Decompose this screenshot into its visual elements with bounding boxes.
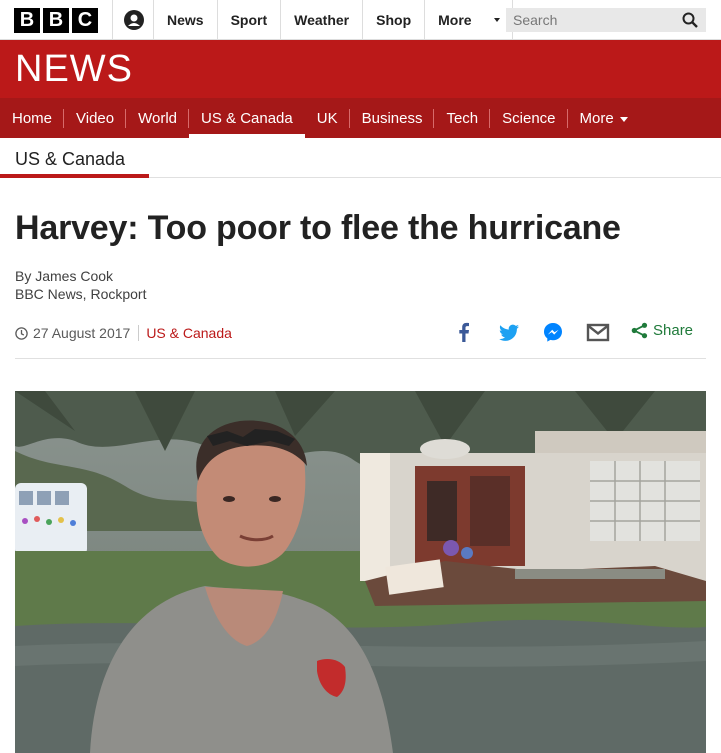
section-nav-video[interactable]: Video (64, 98, 127, 138)
caret-down-icon (619, 116, 628, 122)
global-nav-more-label: More (438, 12, 472, 28)
search-input[interactable] (506, 8, 676, 32)
author-location: BBC News, Rockport (15, 286, 147, 302)
byline: By James Cook BBC News, Rockport (15, 267, 146, 303)
account-button[interactable] (112, 0, 154, 40)
section-nav-label: World (138, 110, 178, 127)
logo-letter: B (43, 8, 69, 33)
email-icon[interactable] (586, 320, 610, 344)
global-nav-shop[interactable]: Shop (363, 0, 426, 40)
logo-letter: C (72, 8, 98, 33)
category-link[interactable]: US & Canada (146, 325, 232, 341)
global-nav: News Sport Weather Shop More (154, 0, 514, 40)
global-nav-news[interactable]: News (154, 0, 218, 40)
hurricane-scene-image (15, 391, 706, 753)
global-header: B B C News Sport Weather Shop More (0, 0, 721, 40)
section-nav-science[interactable]: Science (490, 98, 568, 138)
page-title: Harvey: Too poor to flee the hurricane (15, 209, 621, 247)
global-nav-more[interactable]: More (425, 0, 514, 40)
article-meta: 27 August 2017 US & Canada (15, 323, 232, 343)
share-icon (631, 322, 648, 339)
section-nav-more[interactable]: More (568, 98, 640, 138)
section-nav-business[interactable]: Business (350, 98, 435, 138)
news-logo[interactable]: NEWS (15, 50, 133, 88)
section-nav-tech[interactable]: Tech (434, 98, 491, 138)
section-nav-world[interactable]: World (126, 98, 190, 138)
news-banner: NEWS (0, 40, 721, 98)
section-nav-label: Science (502, 110, 556, 127)
publish-date: 27 August 2017 (33, 325, 131, 341)
search-icon[interactable] (682, 12, 698, 28)
section-nav-label: UK (316, 110, 338, 127)
share-button[interactable]: Share (631, 322, 693, 339)
global-nav-sport[interactable]: Sport (218, 0, 282, 40)
meta-divider (138, 325, 140, 341)
section-nav: Home Video World US & Canada UK Business… (0, 98, 721, 138)
section-nav-label: Tech (446, 110, 479, 127)
section-underline (0, 174, 149, 178)
facebook-icon[interactable] (456, 320, 472, 344)
search-box (506, 8, 706, 32)
bbc-logo[interactable]: B B C (14, 8, 98, 33)
section-nav-label: Business (361, 110, 423, 127)
section-title[interactable]: US & Canada (15, 149, 125, 170)
section-nav-uk[interactable]: UK (305, 98, 350, 138)
section-nav-label: Video (76, 110, 115, 127)
section-nav-label: More (579, 110, 614, 127)
section-nav-us-canada[interactable]: US & Canada (189, 98, 305, 138)
messenger-icon[interactable] (542, 320, 564, 344)
twitter-icon[interactable] (498, 320, 520, 344)
section-nav-label: Home (12, 110, 53, 127)
share-label: Share (653, 322, 694, 339)
chevron-down-icon (494, 18, 501, 22)
author-name: By James Cook (15, 268, 114, 284)
logo-letter: B (14, 8, 40, 33)
global-nav-weather[interactable]: Weather (281, 0, 364, 40)
meta-divider-line (15, 358, 706, 359)
clock-icon (15, 326, 28, 340)
section-nav-label: US & Canada (201, 110, 293, 127)
user-icon (124, 10, 144, 30)
article-photo (15, 391, 706, 753)
section-nav-home[interactable]: Home (0, 98, 65, 138)
